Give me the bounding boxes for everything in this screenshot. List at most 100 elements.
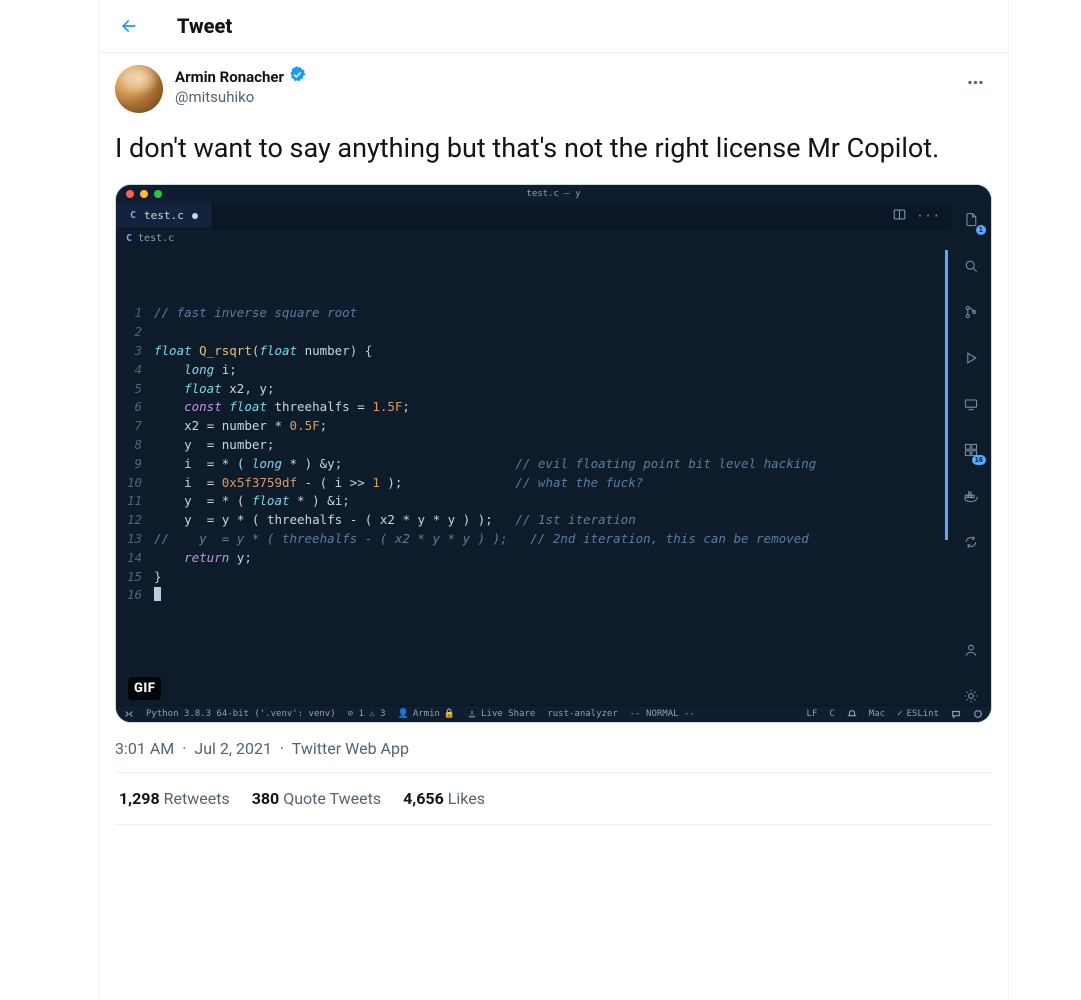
- code-line: 15}: [116, 568, 951, 587]
- code-content: y = * ( float * ) &i;: [154, 492, 951, 511]
- author-handle[interactable]: @mitsuhiko: [175, 88, 307, 106]
- line-number: 9: [116, 455, 154, 474]
- search-icon[interactable]: [962, 257, 980, 275]
- code-line: 6 const float threehalfs = 1.5F;: [116, 398, 951, 417]
- status-remote[interactable]: [124, 709, 134, 719]
- line-number: 3: [116, 342, 154, 361]
- status-rust[interactable]: rust-analyzer: [547, 709, 617, 719]
- tweet-time[interactable]: 3:01 AM: [115, 739, 174, 758]
- extensions-icon[interactable]: 16: [962, 441, 980, 459]
- line-number: 12: [116, 511, 154, 530]
- code-content: float Q_rsqrt(float number) {: [154, 342, 951, 361]
- docker-icon[interactable]: [962, 487, 980, 505]
- vscode-window: test.c — y C test.c: [116, 185, 991, 722]
- line-number: 6: [116, 398, 154, 417]
- tab-lang-badge: C: [130, 210, 136, 221]
- code-line: 4 long i;: [116, 361, 951, 380]
- status-notifications-icon[interactable]: [973, 709, 983, 719]
- author-block: Armin Ronacher @mitsuhiko: [175, 65, 307, 106]
- arrow-left-icon: [119, 16, 139, 36]
- files-icon[interactable]: 1: [962, 211, 980, 229]
- run-icon[interactable]: [962, 349, 980, 367]
- code-line: 8 y = number;: [116, 436, 951, 455]
- verified-badge-icon: [288, 65, 307, 88]
- gear-icon[interactable]: [962, 687, 980, 705]
- status-eslint[interactable]: ✓ ESLint: [897, 709, 939, 719]
- tweet: Armin Ronacher @mitsuhiko I don't want t…: [99, 53, 1008, 829]
- tab-filename: test.c: [144, 209, 184, 222]
- gif-badge: GIF: [128, 677, 161, 700]
- line-number: 1: [116, 304, 154, 323]
- code-content: x2 = number * 0.5F;: [154, 417, 951, 436]
- avatar[interactable]: [115, 65, 163, 113]
- tweet-date[interactable]: Jul 2, 2021: [194, 739, 272, 758]
- code-line: 10 i = 0x5f3759df - ( i >> 1 ); // what …: [116, 474, 951, 493]
- editor-tab-testc[interactable]: C test.c: [116, 203, 213, 228]
- main-column: Tweet Armin Ronacher @mitsuhiko: [99, 0, 1009, 1000]
- code-line: 11 y = * ( float * ) &i;: [116, 492, 951, 511]
- scrollbar[interactable]: [944, 250, 948, 605]
- code-content: i = 0x5f3759df - ( i >> 1 ); // what the…: [154, 474, 951, 493]
- page-title: Tweet: [177, 14, 232, 38]
- code-content: }: [154, 568, 951, 587]
- tweet-media[interactable]: test.c — y C test.c: [115, 184, 992, 723]
- status-eol[interactable]: LF: [807, 709, 818, 719]
- code-content: [154, 323, 951, 342]
- editor-tabs: C test.c ···: [116, 203, 951, 229]
- line-number: 8: [116, 436, 154, 455]
- line-number: 7: [116, 417, 154, 436]
- code-editor[interactable]: 1// fast inverse square root23float Q_rs…: [116, 246, 951, 605]
- quotes-stat[interactable]: 380 Quote Tweets: [252, 789, 381, 808]
- window-titlebar: test.c — y: [116, 185, 991, 203]
- tab-more-icon[interactable]: ···: [916, 209, 941, 223]
- code-line: 13// y = y * ( threehalfs - ( x2 * y * y…: [116, 530, 951, 549]
- status-user[interactable]: 👤 Armin 🔒: [398, 709, 456, 719]
- remote-icon[interactable]: [962, 395, 980, 413]
- ellipsis-icon: [966, 73, 985, 92]
- back-button[interactable]: [111, 8, 147, 44]
- editor-breadcrumb[interactable]: C test.c: [116, 229, 951, 246]
- code-content: y = number;: [154, 436, 951, 455]
- likes-stat[interactable]: 4,656 Likes: [403, 789, 485, 808]
- code-line: 7 x2 = number * 0.5F;: [116, 417, 951, 436]
- tweet-text: I don't want to say anything but that's …: [115, 131, 992, 166]
- more-button[interactable]: [958, 65, 992, 99]
- source-control-icon[interactable]: [962, 303, 980, 321]
- tweet-header: Armin Ronacher @mitsuhiko: [115, 65, 992, 113]
- status-bar: Python 3.8.3 64-bit ('.venv': venv) ⊘ 1 …: [116, 705, 991, 722]
- right-sidebar: [1009, 0, 1081, 1000]
- author-name[interactable]: Armin Ronacher: [175, 68, 284, 86]
- line-number: 15: [116, 568, 154, 587]
- code-line: 5 float x2, y;: [116, 380, 951, 399]
- status-mac[interactable]: Mac: [869, 709, 885, 719]
- code-line: 12 y = y * ( threehalfs - ( x2 * y * y )…: [116, 511, 951, 530]
- retweets-stat[interactable]: 1,298 Retweets: [119, 789, 230, 808]
- status-liveshare[interactable]: Live Share: [467, 709, 535, 719]
- code-line: 1// fast inverse square root: [116, 304, 951, 323]
- account-icon[interactable]: [962, 641, 980, 659]
- page-header: Tweet: [99, 0, 1008, 53]
- code-content: // fast inverse square root: [154, 304, 951, 323]
- sync-icon[interactable]: [962, 533, 980, 551]
- breadcrumb-lang-badge: C: [126, 233, 132, 244]
- status-lang[interactable]: C: [829, 709, 834, 719]
- code-line: 3float Q_rsqrt(float number) {: [116, 342, 951, 361]
- split-editor-icon[interactable]: [893, 206, 906, 225]
- breadcrumb-file: test.c: [138, 233, 174, 244]
- status-bell-icon[interactable]: [847, 709, 857, 719]
- status-feedback-icon[interactable]: [951, 709, 961, 719]
- line-number: 14: [116, 549, 154, 568]
- line-number: 11: [116, 492, 154, 511]
- line-number: 5: [116, 380, 154, 399]
- status-problems[interactable]: ⊘ 1 ⚠ 3: [348, 709, 386, 719]
- status-vim-mode: -- NORMAL --: [630, 709, 695, 719]
- line-number: 16: [116, 586, 154, 605]
- code-content: long i;: [154, 361, 951, 380]
- status-python[interactable]: Python 3.8.3 64-bit ('.venv': venv): [146, 709, 336, 719]
- code-content: y = y * ( threehalfs - ( x2 * y * y ) );…: [154, 511, 951, 530]
- code-line: 2: [116, 323, 951, 342]
- line-number: 4: [116, 361, 154, 380]
- tweet-source[interactable]: Twitter Web App: [292, 739, 409, 758]
- tweet-meta: 3:01 AM · Jul 2, 2021 · Twitter Web App: [115, 739, 992, 773]
- code-content: const float threehalfs = 1.5F;: [154, 398, 951, 417]
